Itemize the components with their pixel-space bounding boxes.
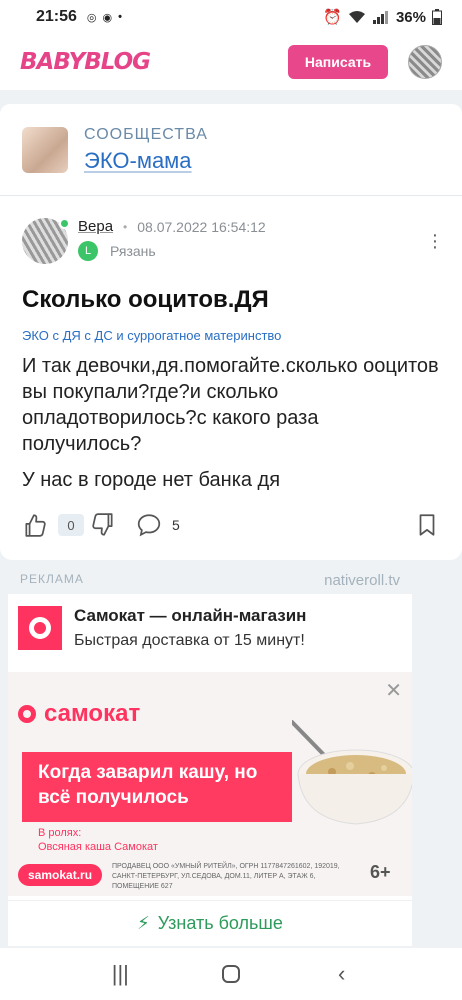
- post-title: Сколько ооцитов.ДЯ: [22, 286, 269, 313]
- separator-dot: •: [123, 219, 128, 234]
- community-header: СООБЩЕСТВА ЭКО-мама: [0, 104, 462, 196]
- ad-banner[interactable]: самокат ✕ Когда заварил кашу, но всё пол…: [8, 672, 412, 896]
- battery-percent: 36%: [395, 8, 426, 26]
- dislike-icon[interactable]: [90, 512, 116, 538]
- ad-source[interactable]: nativeroll.tv: [324, 572, 400, 589]
- banner-role-value: Овсяная каша Самокат: [38, 841, 158, 853]
- babyblog-logo[interactable]: BABYBLOG: [20, 49, 151, 75]
- post-body-2: У нас в городе нет банка дя: [22, 469, 281, 491]
- recent-apps-icon[interactable]: |||: [100, 961, 140, 987]
- system-nav-bar: ||| ‹: [0, 948, 462, 1000]
- banner-role-label: В ролях:: [38, 827, 82, 839]
- author-row: Вера • 08.07.2022 16:54:12 L Рязань · · ·: [22, 196, 440, 264]
- user-avatar[interactable]: [408, 45, 442, 79]
- alarm-icon: ⏰: [323, 9, 342, 26]
- age-rating: 6+: [370, 862, 391, 882]
- banner-brand: самокат: [18, 700, 140, 728]
- bookmark-icon[interactable]: [414, 512, 440, 538]
- ad-label: РЕКЛАМА: [20, 572, 84, 586]
- back-icon[interactable]: ‹: [322, 961, 362, 987]
- banner-slogan: Когда заварил кашу, но всё получилось: [22, 752, 292, 822]
- ad-card[interactable]: Самокат — онлайн-магазин Быстрая доставк…: [8, 594, 412, 946]
- comment-count: 5: [172, 517, 180, 533]
- close-ad-icon[interactable]: ✕: [385, 678, 402, 703]
- status-time: 21:56: [36, 8, 77, 25]
- learn-more-button[interactable]: ⚡ Узнать больше: [8, 900, 412, 946]
- ad-description: Быстрая доставка от 15 минут!: [74, 632, 305, 649]
- write-button[interactable]: Написать: [288, 45, 388, 79]
- online-indicator: [59, 218, 70, 229]
- app-header: BABYBLOG Написать: [0, 34, 462, 90]
- app-icon: ◉: [102, 11, 113, 24]
- banner-legal-text: ПРОДАВЕЦ ООО «УМНЫЙ РИТЕЙЛ», ОГРН 117784…: [112, 863, 340, 890]
- more-options-icon[interactable]: · · ·: [430, 225, 440, 257]
- community-avatar[interactable]: [22, 126, 68, 173]
- banner-role: В ролях: Овсяная каша Самокат: [38, 826, 158, 854]
- learn-more-label: Узнать больше: [157, 913, 283, 933]
- author-avatar[interactable]: [22, 218, 70, 264]
- samokat-ring-icon: [18, 705, 36, 723]
- more-notifications-icon: •: [118, 11, 122, 23]
- comment-icon[interactable]: [136, 512, 162, 538]
- battery-icon: [432, 9, 442, 25]
- post-actions: 0 5: [22, 512, 440, 538]
- banner-brand-text: самокат: [44, 700, 141, 727]
- status-bar: 21:56 ◎ ◉ • ⏰ 36%: [0, 0, 462, 34]
- wifi-icon: [348, 11, 365, 23]
- author-name[interactable]: Вера: [78, 218, 113, 235]
- author-city: Рязань: [110, 243, 156, 259]
- notification-icon: ◎: [86, 11, 97, 24]
- samokat-logo-icon: [18, 606, 62, 650]
- ad-label-row: РЕКЛАМА nativeroll.tv: [20, 572, 400, 589]
- location-icon: L: [78, 241, 98, 261]
- communities-link[interactable]: СООБЩЕСТВА: [84, 126, 208, 144]
- ad-advertiser: Самокат — онлайн-магазин: [74, 606, 307, 625]
- post-tag-link[interactable]: ЭКО с ДЯ с ДС и суррогатное материнство: [22, 328, 440, 343]
- porridge-bowl-image: [292, 720, 412, 825]
- banner-url: samokat.ru: [18, 864, 103, 886]
- like-icon[interactable]: [22, 512, 48, 538]
- post-body: И так девочки,дя.помогайте.сколько ооцит…: [22, 355, 439, 455]
- signal-icon: [372, 11, 388, 24]
- ad-header: Самокат — онлайн-магазин Быстрая доставк…: [8, 594, 412, 662]
- community-name[interactable]: ЭКО-мама: [84, 148, 208, 174]
- post-date: 08.07.2022 16:54:12: [137, 218, 266, 235]
- like-count: 0: [58, 514, 84, 536]
- home-icon[interactable]: [221, 964, 241, 984]
- lightning-icon: ⚡: [137, 913, 150, 933]
- post-card: Вера • 08.07.2022 16:54:12 L Рязань · · · …: [0, 196, 462, 560]
